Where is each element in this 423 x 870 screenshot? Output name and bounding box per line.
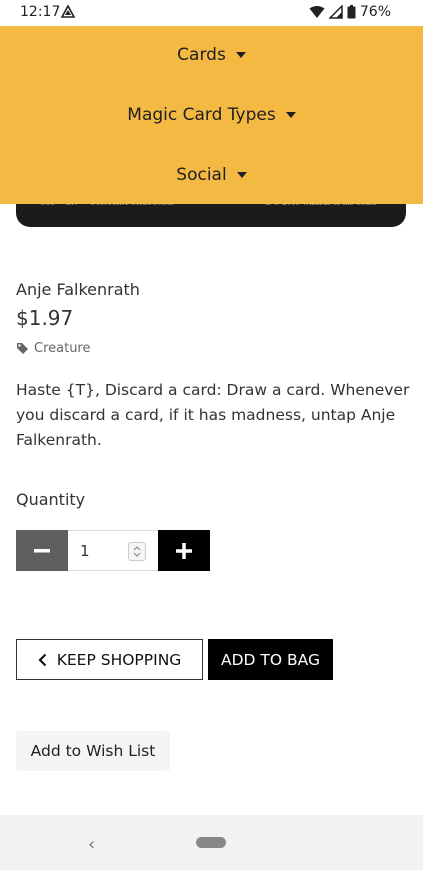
product-description: Haste {T}, Discard a card: Draw a card. … <box>16 381 410 449</box>
product-name: Anje Falkenrath <box>16 280 140 299</box>
minus-icon <box>34 548 50 552</box>
menu-item-label: Magic Card Types <box>127 105 276 125</box>
caret-down-icon <box>236 172 247 178</box>
status-bar: 12:17 76% <box>0 0 423 26</box>
keep-shopping-button[interactable]: KEEP SHOPPING <box>16 639 203 680</box>
home-pill-icon[interactable] <box>196 837 226 848</box>
android-nav-bar: ‹ <box>0 815 423 870</box>
category-label: Creature <box>34 341 91 356</box>
spinner-icon[interactable] <box>128 542 146 561</box>
menu-item-cards[interactable]: Cards <box>0 43 423 67</box>
status-icons: 76% <box>309 4 391 20</box>
quantity-value: 1 <box>80 541 90 560</box>
signal-icon <box>328 5 343 19</box>
menu-item-social[interactable]: Social <box>0 163 423 187</box>
add-to-wish-list-button[interactable]: Add to Wish List <box>16 731 170 771</box>
menu-item-label: Cards <box>177 45 226 65</box>
menu-item-magic-card-types[interactable]: Magic Card Types <box>0 103 423 127</box>
wifi-icon <box>309 6 325 18</box>
increase-quantity-button[interactable] <box>158 530 210 571</box>
quantity-input[interactable]: 1 <box>68 530 158 571</box>
tag-icon <box>17 343 28 354</box>
add-to-bag-button[interactable]: ADD TO BAG <box>208 639 333 680</box>
quantity-label: Quantity <box>16 490 86 509</box>
plus-icon <box>176 542 192 559</box>
status-time: 12:17 <box>20 4 61 20</box>
menu-item-label: Social <box>176 165 227 185</box>
battery-level: 76% <box>359 4 391 20</box>
product-price: $1.97 <box>16 306 74 330</box>
nav-menu: Cards Magic Card Types Social <box>0 26 423 204</box>
drive-notification-icon <box>61 5 75 18</box>
battery-icon <box>347 5 356 19</box>
decrease-quantity-button[interactable] <box>16 530 68 571</box>
caret-down-icon <box>235 52 246 58</box>
quantity-stepper: 1 <box>16 530 210 571</box>
caret-down-icon <box>285 112 296 118</box>
chevron-left-icon <box>38 653 46 666</box>
keep-shopping-label: KEEP SHOPPING <box>56 650 182 669</box>
back-icon[interactable]: ‹ <box>88 834 95 855</box>
product-category[interactable]: Creature <box>16 341 91 356</box>
